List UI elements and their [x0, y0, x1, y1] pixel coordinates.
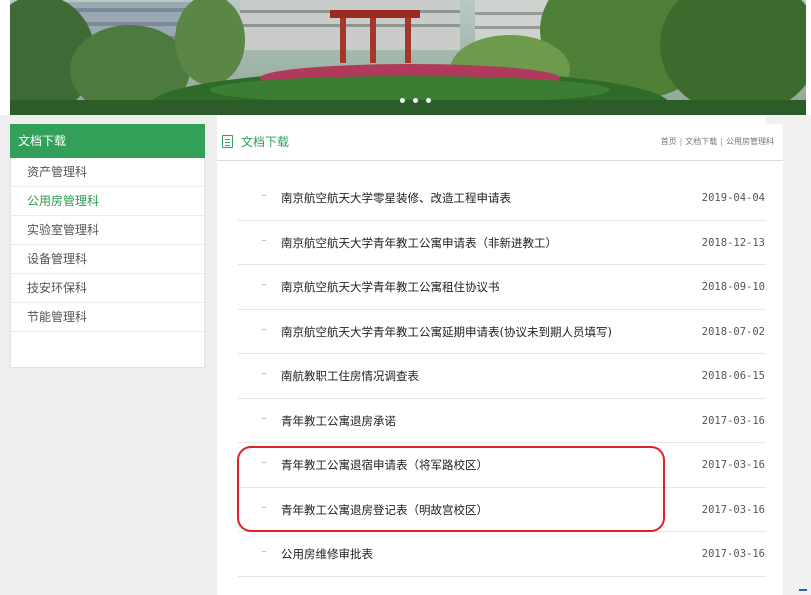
list-item: 青年教工公寓退宿申请表（将军路校区） 2017-03-16: [238, 443, 766, 488]
list-item: 南航教职工住房情况调查表 2018-06-15: [238, 354, 766, 399]
content-header: 文档下载 首页 | 文档下载 | 公用房管理科: [217, 124, 783, 161]
sidebar-item-energy-saving[interactable]: 节能管理科: [11, 303, 204, 332]
scroll-edge-mark: [799, 589, 807, 591]
bullet-icon: [262, 195, 266, 196]
list-item: 南京航空航天大学青年教工公寓申请表（非新进教工） 2018-12-13: [238, 221, 766, 265]
bullet-icon: [262, 462, 266, 463]
breadcrumb-home[interactable]: 首页: [661, 137, 677, 146]
bullet-icon: [262, 328, 266, 330]
document-date: 2017-03-16: [701, 414, 765, 427]
breadcrumb: 首页 | 文档下载 | 公用房管理科: [661, 124, 774, 160]
document-date: 2018-12-13: [701, 236, 765, 249]
carousel-dots: [400, 98, 431, 103]
carousel-dot[interactable]: [413, 98, 418, 103]
document-link[interactable]: 青年教工公寓退房登记表（明故宫校区）: [281, 488, 488, 532]
main-content: 文档下载 首页 | 文档下载 | 公用房管理科 南京航空航天大学零星装修、改造工程申请表…: [217, 124, 783, 595]
bullet-icon: [262, 551, 266, 552]
document-link[interactable]: 南京航空航天大学青年教工公寓申请表（非新进教工）: [281, 221, 557, 265]
document-link[interactable]: 南京航空航天大学青年教工公寓租住协议书: [281, 265, 500, 309]
carousel-dot[interactable]: [400, 98, 405, 103]
bullet-icon: [262, 284, 266, 285]
breadcrumb-downloads[interactable]: 文档下载: [685, 137, 717, 146]
sidebar-item-safety-environment[interactable]: 技安环保科: [11, 274, 204, 303]
sidebar-item-public-housing[interactable]: 公用房管理科: [11, 187, 204, 216]
list-item: 青年教工公寓退房登记表（明故宫校区） 2017-03-16: [238, 488, 766, 532]
document-date: 2019-04-04: [701, 192, 765, 204]
sidebar-item-asset-management[interactable]: 资产管理科: [11, 158, 204, 187]
list-item: 南京航空航天大学青年教工公寓租住协议书 2018-09-10: [238, 265, 766, 310]
list-item: 青年教工公寓退房承诺 2017-03-16: [238, 399, 766, 443]
sidebar-item-equipment[interactable]: 设备管理科: [11, 245, 204, 274]
breadcrumb-separator: |: [720, 137, 723, 146]
sidebar-spacer: [11, 332, 204, 367]
document-date: 2018-09-10: [701, 281, 765, 293]
document-link[interactable]: 青年教工公寓退宿申请表（将军路校区）: [281, 443, 488, 487]
sidebar-item-laboratory[interactable]: 实验室管理科: [11, 216, 204, 245]
document-date: 2018-07-02: [701, 325, 765, 338]
page-title: 文档下载: [241, 135, 290, 149]
document-link[interactable]: 公用房维修审批表: [281, 532, 373, 576]
sidebar-header: 文档下载: [10, 124, 205, 158]
document-date: 2017-03-16: [701, 459, 765, 471]
bullet-icon: [262, 239, 266, 241]
document-link[interactable]: 南京航空航天大学零星装修、改造工程申请表: [281, 176, 511, 220]
bullet-icon: [262, 506, 266, 508]
document-list: 南京航空航天大学零星装修、改造工程申请表 2019-04-04 南京航空航天大学…: [238, 176, 766, 577]
campus-banner: [10, 0, 806, 115]
sidebar-nav: 资产管理科 公用房管理科 实验室管理科 设备管理科 技安环保科 节能管理科: [10, 158, 205, 368]
document-link[interactable]: 南京航空航天大学青年教工公寓延期申请表(协议未到期人员填写): [281, 310, 612, 354]
document-date: 2017-03-16: [701, 503, 765, 516]
document-link[interactable]: 青年教工公寓退房承诺: [281, 399, 396, 443]
breadcrumb-separator: |: [679, 137, 683, 146]
breadcrumb-public-housing[interactable]: 公用房管理科: [726, 137, 774, 146]
document-date: 2017-03-16: [701, 548, 765, 560]
document-icon: [222, 135, 233, 148]
list-item: 公用房维修审批表 2017-03-16: [238, 532, 766, 577]
list-item: 南京航空航天大学零星装修、改造工程申请表 2019-04-04: [238, 176, 766, 221]
document-link[interactable]: 南航教职工住房情况调查表: [281, 354, 419, 398]
sidebar: 文档下载 资产管理科 公用房管理科 实验室管理科 设备管理科 技安环保科 节能管…: [10, 124, 205, 368]
document-date: 2018-06-15: [701, 370, 765, 382]
carousel-dot[interactable]: [426, 98, 431, 103]
bullet-icon: [262, 373, 266, 374]
bullet-icon: [262, 417, 266, 419]
list-item: 南京航空航天大学青年教工公寓延期申请表(协议未到期人员填写) 2018-07-0…: [238, 310, 766, 354]
